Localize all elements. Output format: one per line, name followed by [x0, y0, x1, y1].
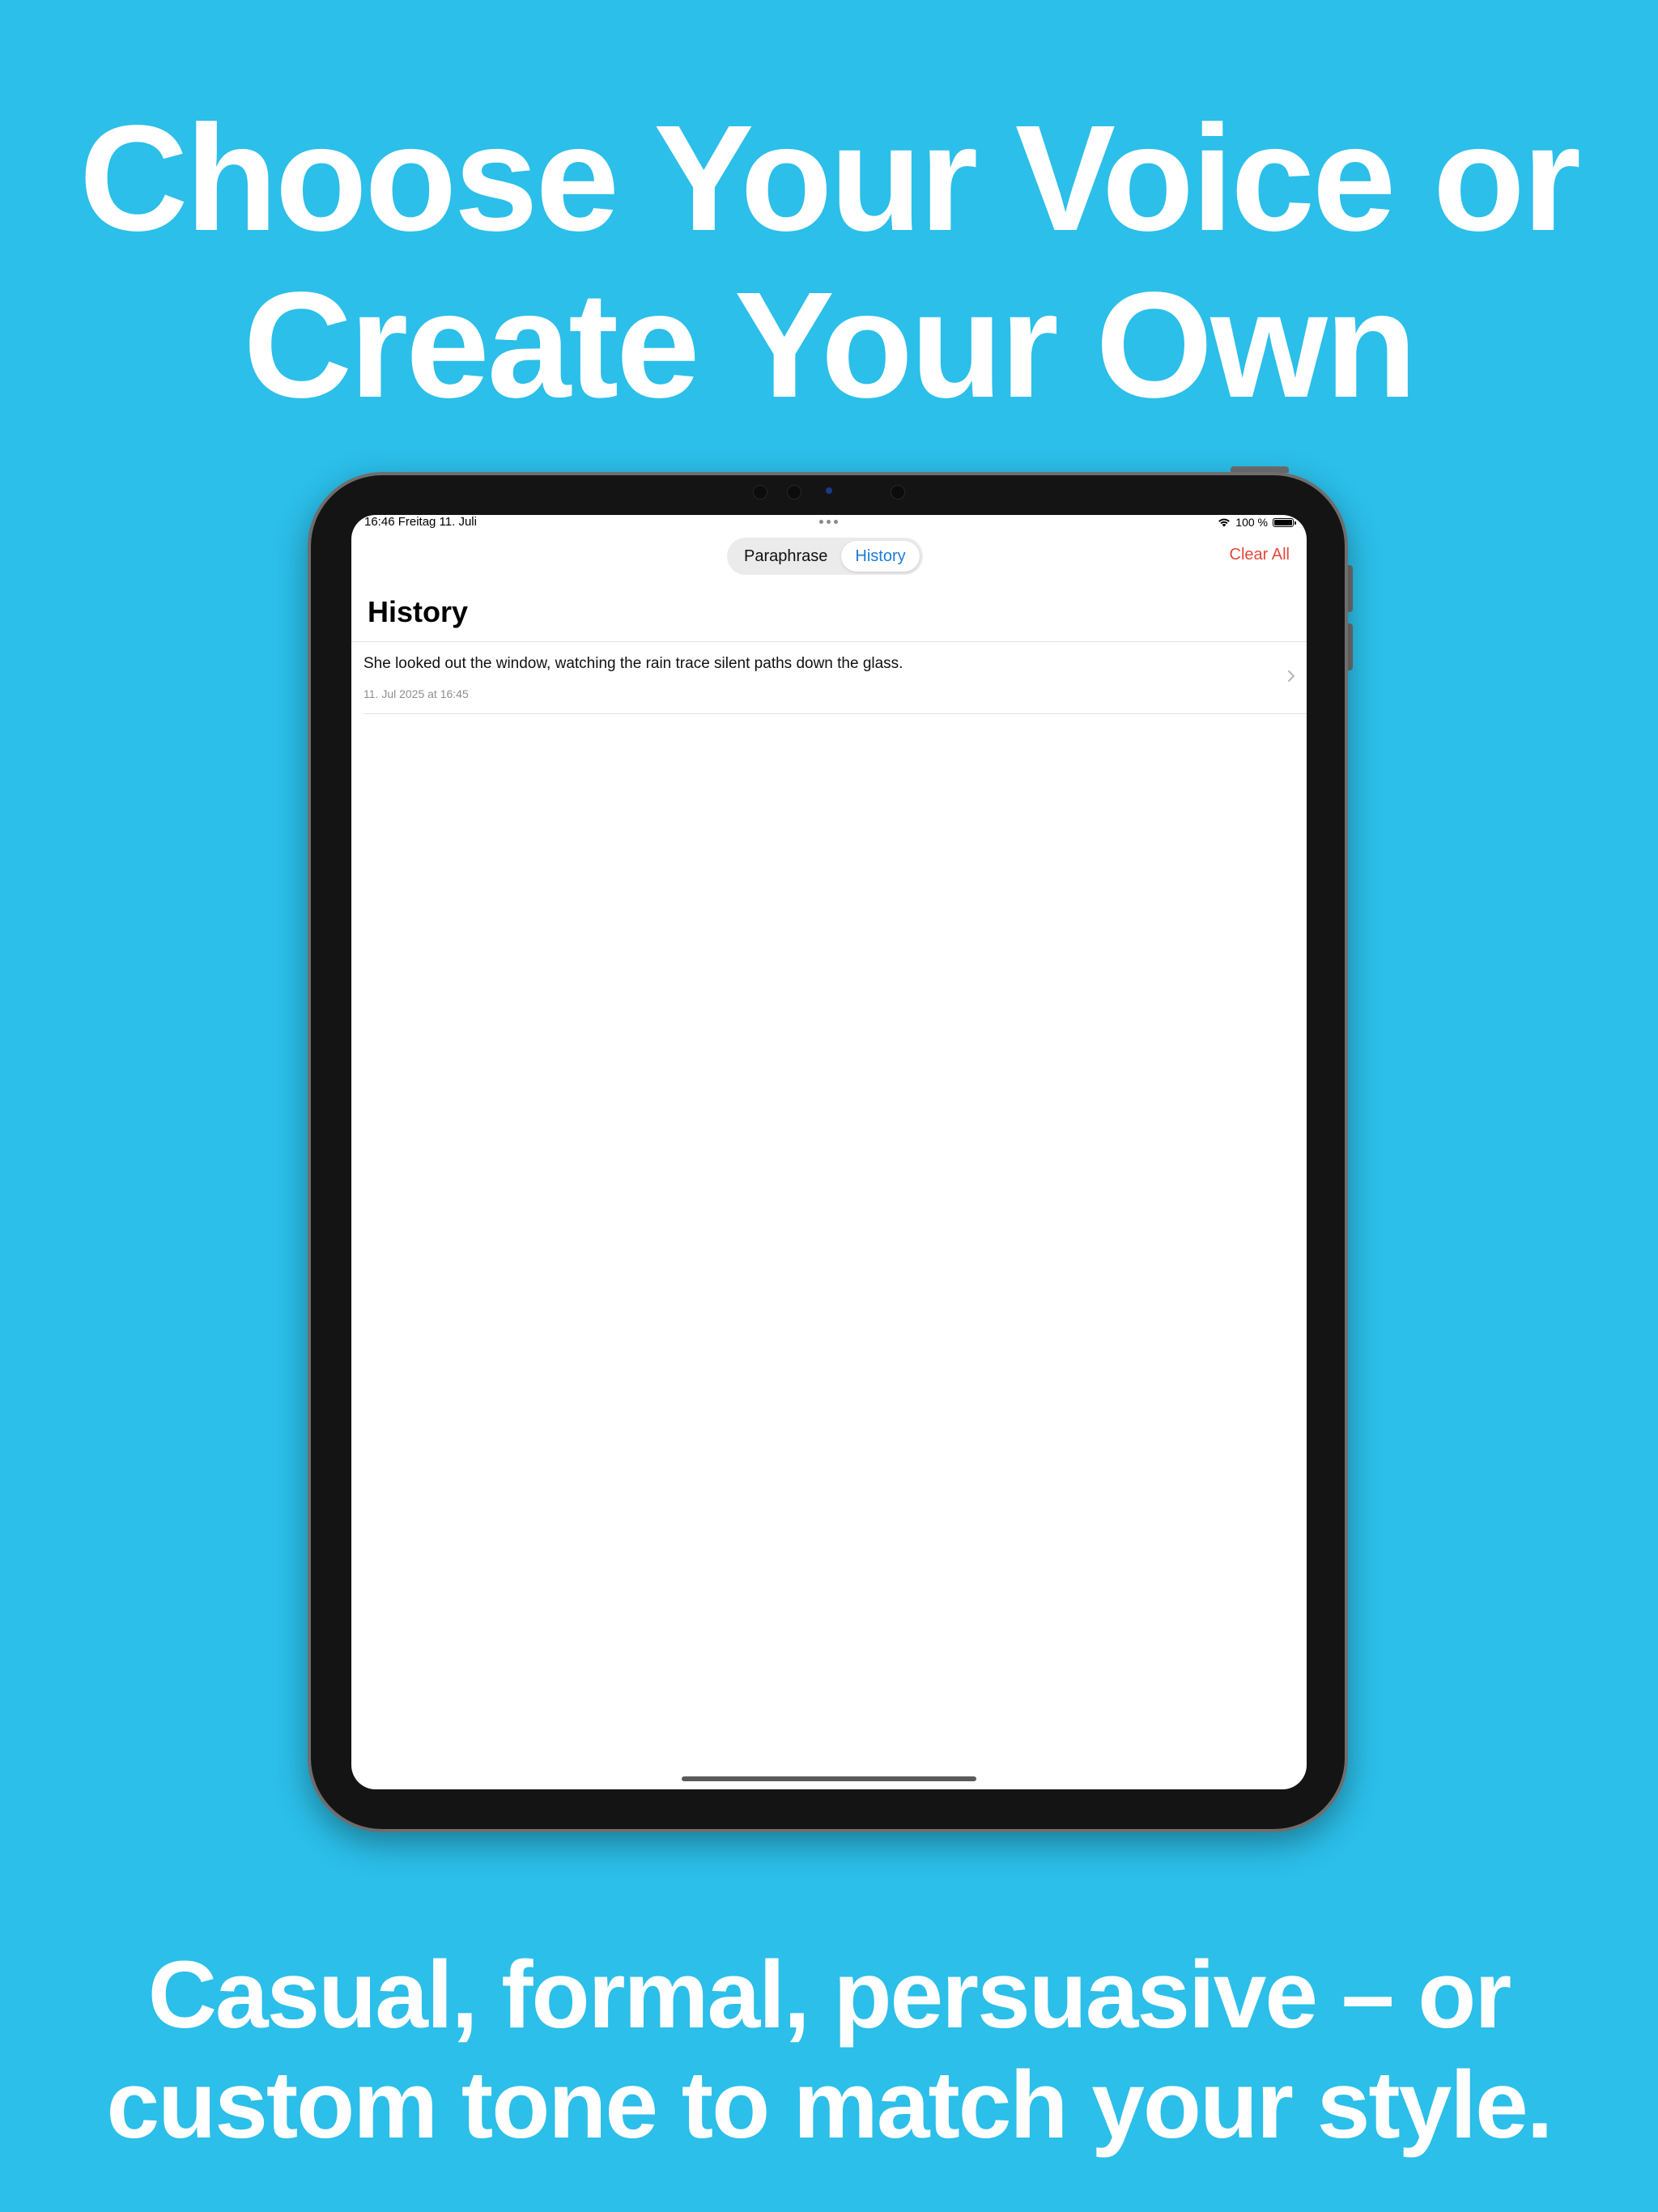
home-indicator[interactable] — [682, 1776, 976, 1781]
tab-history[interactable]: History — [841, 541, 920, 572]
headline-line-1: Choose Your Voice or — [79, 95, 1581, 262]
headline-line-2: Create Your Own — [243, 262, 1418, 429]
page-title: History — [368, 595, 469, 628]
sensor-icon — [787, 485, 801, 500]
history-list-item[interactable]: She looked out the window, watching the … — [363, 642, 1307, 714]
clear-all-button[interactable]: Clear All — [1230, 546, 1290, 564]
multitasking-menu-icon[interactable] — [819, 520, 838, 524]
camera-bar — [753, 483, 907, 500]
status-time-date: 16:46 Freitag 11. Juli — [364, 515, 477, 529]
history-item-date: 11. Jul 2025 at 16:45 — [363, 687, 469, 700]
subline-line-1: Casual, formal, persuasive – or — [147, 1942, 1512, 2048]
app-screen: 16:46 Freitag 11. Juli 100 % Paraphrase … — [351, 515, 1307, 1789]
camera-icon — [826, 487, 832, 494]
tab-paraphrase[interactable]: Paraphrase — [730, 541, 841, 572]
subline-line-2: custom tone to match your style. — [106, 2052, 1554, 2159]
battery-fill — [1274, 519, 1292, 525]
headline: Choose Your Voice or Create Your Own — [0, 96, 1658, 429]
history-item-text: She looked out the window, watching the … — [363, 655, 903, 672]
status-indicators: 100 % — [1218, 515, 1296, 530]
sensor-icon — [891, 485, 905, 500]
subline: Casual, formal, persuasive – or custom t… — [0, 1940, 1658, 2160]
sensor-icon — [753, 485, 767, 500]
device-volume-down-button — [1347, 623, 1353, 670]
chevron-right-icon — [1287, 670, 1295, 687]
battery-icon — [1273, 517, 1296, 527]
device-volume-up-button — [1347, 565, 1353, 612]
wifi-icon — [1218, 517, 1231, 527]
battery-percentage: 100 % — [1235, 516, 1268, 529]
view-segmented-control[interactable]: Paraphrase History — [727, 538, 923, 575]
